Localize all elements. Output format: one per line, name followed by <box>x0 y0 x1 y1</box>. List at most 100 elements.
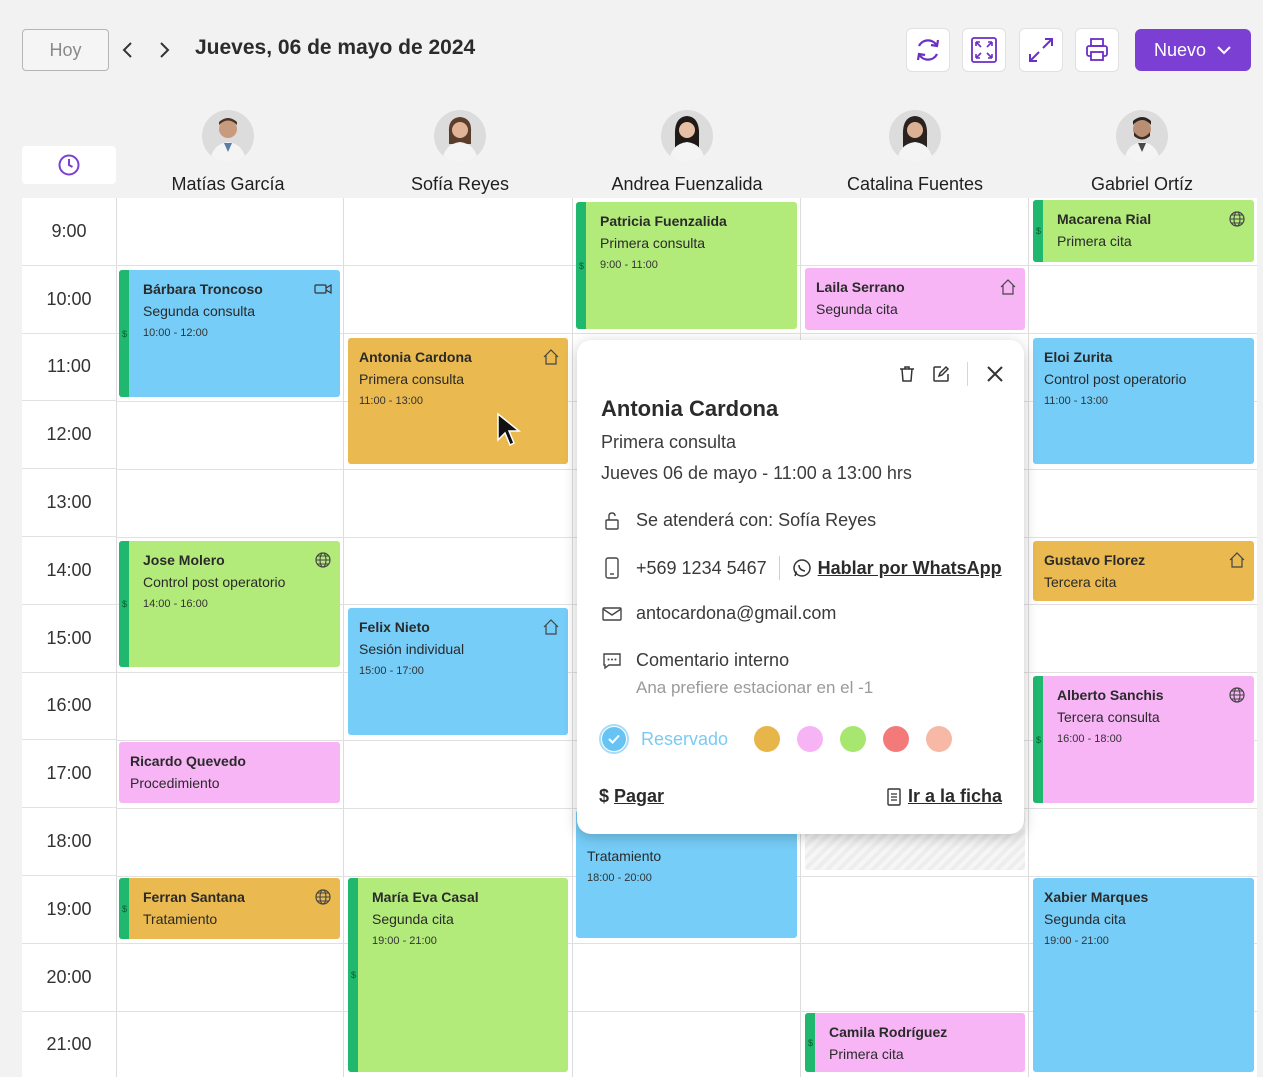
refresh-icon <box>916 39 940 61</box>
internal-comment: Ana prefiere estacionar en el -1 <box>636 678 874 697</box>
appointment-time: 14:00 - 16:00 <box>143 598 208 610</box>
appointment-patient: Bárbara Troncoso <box>143 281 263 297</box>
appointment-time: 9:00 - 11:00 <box>600 259 658 271</box>
doctor-header[interactable]: Matías García <box>114 110 342 195</box>
doctor-header[interactable]: Andrea Fuenzalida <box>573 110 801 195</box>
appointment-card[interactable]: $ Bárbara Troncoso Segunda consulta 10:0… <box>119 270 340 397</box>
doctor-header[interactable]: Sofía Reyes <box>346 110 574 195</box>
phone-icon <box>605 557 619 579</box>
clock-icon <box>58 154 80 176</box>
pay-link[interactable]: $ Pagar <box>599 786 664 807</box>
close-icon[interactable] <box>984 363 1006 385</box>
hour-label: 14:00 <box>22 536 116 605</box>
today-button[interactable]: Hoy <box>22 29 109 71</box>
appointment-patient: Ricardo Quevedo <box>130 753 246 769</box>
appointment-patient: Jose Molero <box>143 552 225 568</box>
appointment-card[interactable]: Eloi Zurita Control post operatorio 11:0… <box>1033 338 1254 464</box>
column-divider <box>116 198 117 1077</box>
divider <box>778 556 780 580</box>
appointment-patient: Eloi Zurita <box>1044 349 1113 365</box>
appointment-card[interactable]: Gustavo Florez Tercera cita <box>1033 541 1254 601</box>
appointment-type: Tercera cita <box>1044 574 1117 590</box>
avatar <box>434 110 486 162</box>
appointment-card[interactable]: $ Patricia Fuenzalida Primera consulta 9… <box>576 202 797 329</box>
doctor-name: Andrea Fuenzalida <box>611 174 763 194</box>
home-icon <box>1229 552 1245 568</box>
status-color-option[interactable] <box>754 726 781 752</box>
edit-icon[interactable] <box>931 364 951 384</box>
appointment-card[interactable]: $ María Eva Casal Segunda cita 19:00 - 2… <box>348 878 568 1072</box>
next-day-button[interactable] <box>152 36 176 64</box>
appointment-time: 19:00 - 21:00 <box>372 935 437 947</box>
appointment-time: 15:00 - 17:00 <box>359 665 424 677</box>
appointment-patient: Felix Nieto <box>359 619 430 635</box>
email-address: antocardona@gmail.com <box>636 603 837 623</box>
fullscreen-button[interactable] <box>1019 28 1063 72</box>
document-icon <box>887 787 901 806</box>
new-appointment-button[interactable]: Nuevo <box>1135 29 1251 71</box>
prev-day-button[interactable] <box>116 36 140 64</box>
status-color-option[interactable] <box>883 726 910 752</box>
column-divider <box>343 198 344 1077</box>
appointment-time: 18:00 - 20:00 <box>587 872 652 884</box>
expand-selection-icon <box>971 37 997 63</box>
appointment-time: 11:00 - 13:00 <box>359 395 424 407</box>
appointment-patient: Gustavo Florez <box>1044 552 1146 568</box>
appointment-type: Segunda cita <box>816 301 898 317</box>
doctor-header[interactable]: Catalina Fuentes <box>801 110 1029 195</box>
new-button-label: Nuevo <box>1153 39 1207 60</box>
appointment-card[interactable]: $ Macarena Rial Primera cita <box>1033 200 1254 262</box>
phone-number: +569 1234 5467 <box>636 557 767 578</box>
hour-label: 15:00 <box>22 604 116 673</box>
appointment-card[interactable]: Ricardo Quevedo Procedimiento <box>119 742 340 803</box>
video-icon <box>314 283 332 295</box>
trash-icon[interactable] <box>897 364 917 384</box>
appointment-type: Tratamiento <box>143 911 218 927</box>
patient-file-link[interactable]: Ir a la ficha <box>886 786 1002 807</box>
print-button[interactable] <box>1075 28 1119 72</box>
status-color-option[interactable] <box>840 726 867 752</box>
appointment-patient: María Eva Casal <box>372 889 479 905</box>
hour-label: 18:00 <box>22 808 116 876</box>
appointment-card[interactable]: $ Camila Rodríguez Primera cita <box>805 1013 1025 1072</box>
appointment-card[interactable]: $ Ferran Santana Tratamiento <box>119 878 340 939</box>
whatsapp-link[interactable]: Hablar por WhatsApp <box>818 558 1002 579</box>
appointment-type: Segunda cita <box>372 911 454 927</box>
hour-label: 12:00 <box>22 401 116 470</box>
appointment-card[interactable]: Antonia Cardona Primera consulta 11:00 -… <box>348 338 568 464</box>
comment-icon <box>603 652 621 669</box>
expand-selection-button[interactable] <box>962 28 1006 72</box>
avatar <box>202 110 254 162</box>
hour-label: 10:00 <box>22 265 116 334</box>
appointment-card[interactable]: Felix Nieto Sesión individual 15:00 - 17… <box>348 608 568 735</box>
dollar-icon: $ <box>578 260 584 271</box>
appointment-type: Tratamiento <box>587 848 662 864</box>
dollar-icon: $ <box>1035 734 1041 745</box>
refresh-button[interactable] <box>906 28 950 72</box>
popup-email-row: antocardona@gmail.com <box>601 603 836 624</box>
appointment-detail-popup: Antonia Cardona Primera consulta Jueves … <box>577 340 1024 834</box>
status-color-option[interactable] <box>926 726 953 752</box>
appointment-type: Primera cita <box>1057 233 1132 249</box>
appointment-card[interactable]: Laila Serrano Segunda cita <box>805 268 1025 330</box>
appointment-type: Control post operatorio <box>143 574 286 590</box>
doctor-header[interactable]: Gabriel Ortíz <box>1028 110 1256 195</box>
comment-label: Comentario interno <box>636 650 790 670</box>
popup-datetime: Jueves 06 de mayo - 11:00 a 13:00 hrs <box>601 463 912 483</box>
hour-label: 11:00 <box>22 333 116 402</box>
appointment-card[interactable]: Xabier Marques Segunda cita 19:00 - 21:0… <box>1033 878 1254 1072</box>
status-reserved[interactable] <box>599 724 629 754</box>
appointment-card[interactable]: $ Alberto Sanchis Tercera consulta 16:00… <box>1033 676 1254 803</box>
appointment-type: Primera consulta <box>600 235 706 251</box>
fullscreen-icon <box>1029 38 1053 62</box>
appointment-card[interactable]: $ Jose Molero Control post operatorio 14… <box>119 541 340 667</box>
globe-icon <box>1229 687 1245 703</box>
status-color-option[interactable] <box>797 726 824 752</box>
appointment-patient: Xabier Marques <box>1044 889 1149 905</box>
hour-label: 9:00 <box>22 198 116 266</box>
globe-icon <box>315 552 331 568</box>
column-divider <box>1028 198 1029 1077</box>
popup-actions <box>897 362 1006 386</box>
hour-label: 21:00 <box>22 1011 116 1077</box>
hour-label: 13:00 <box>22 469 116 537</box>
